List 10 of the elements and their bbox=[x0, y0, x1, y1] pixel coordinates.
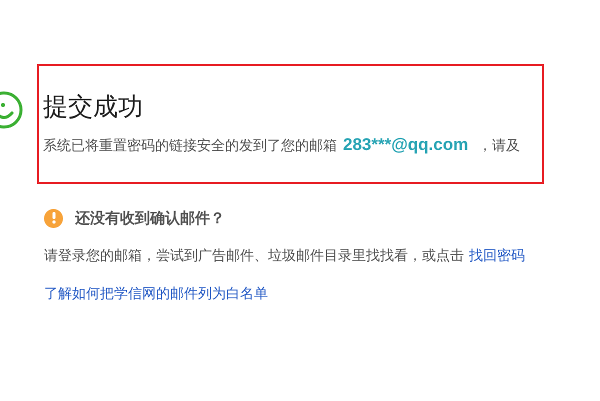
success-title: 提交成功 bbox=[43, 91, 144, 123]
help-text: 请登录您的邮箱，尝试到广告邮件、垃圾邮件目录里找找看，或点击 bbox=[44, 246, 464, 266]
warning-icon bbox=[44, 208, 63, 228]
message-tail: ，请及 bbox=[478, 137, 520, 156]
message-text: 系统已将重置密码的链接安全的发到了您的邮箱 bbox=[43, 137, 337, 156]
smiley-icon bbox=[0, 90, 24, 130]
recover-password-link[interactable]: 找回密码 bbox=[469, 246, 525, 266]
whitelist-link[interactable]: 了解如何把学信网的邮件列为白名单 bbox=[44, 284, 268, 304]
help-heading: 还没有收到确认邮件？ bbox=[75, 208, 225, 229]
email-address: 283***@qq.com bbox=[343, 134, 468, 156]
